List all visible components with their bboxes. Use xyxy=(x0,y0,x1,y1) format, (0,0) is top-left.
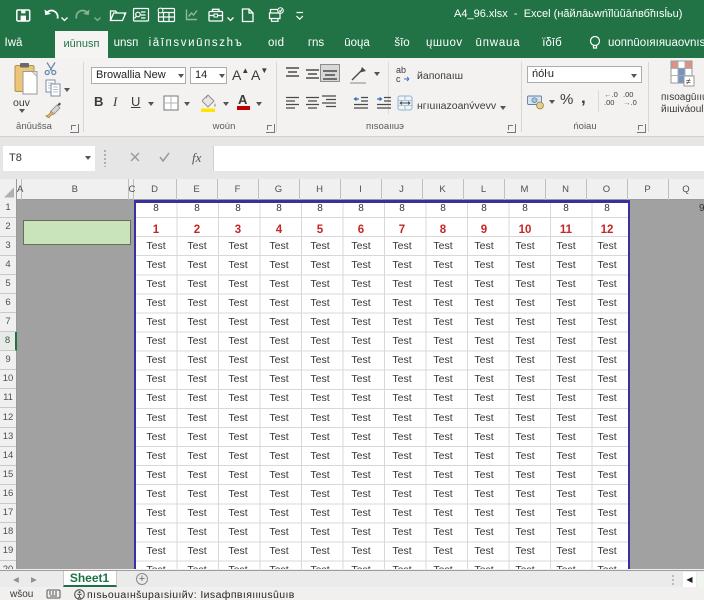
svg-text:c: c xyxy=(396,74,401,84)
svg-text:fx: fx xyxy=(192,150,202,165)
svg-text:≠: ≠ xyxy=(686,77,691,87)
